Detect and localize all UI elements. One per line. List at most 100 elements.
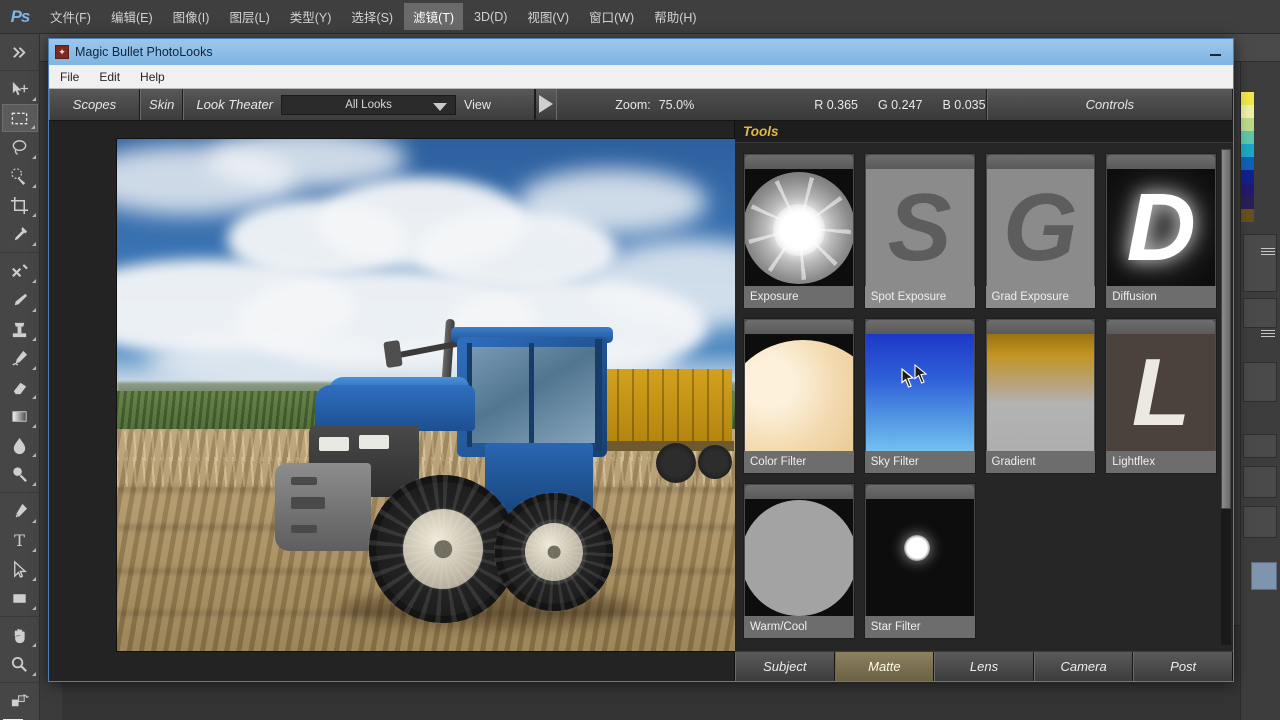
menu-item-help[interactable]: 帮助(H) bbox=[645, 3, 705, 30]
menu-help[interactable]: Help bbox=[131, 68, 174, 86]
tool-more-indicator bbox=[31, 672, 36, 676]
rectangle-tool[interactable] bbox=[2, 584, 38, 612]
menu-item-edit[interactable]: 编辑(E) bbox=[102, 3, 162, 30]
tool-card-diffusion[interactable]: D Diffusion bbox=[1105, 153, 1217, 309]
looks-dropdown[interactable]: All Looks bbox=[281, 94, 457, 115]
adjustments-panel-stub[interactable] bbox=[1243, 234, 1277, 292]
tool-more-indicator bbox=[31, 577, 36, 581]
menu-file[interactable]: File bbox=[51, 68, 88, 86]
dodge-tool[interactable] bbox=[2, 460, 38, 488]
blur-tool[interactable] bbox=[2, 431, 38, 459]
photoshop-menu-bar: Ps 文件(F) 编辑(E) 图像(I) 图层(L) 类型(Y) 选择(S) 滤… bbox=[0, 0, 1280, 34]
minimize-button[interactable] bbox=[1203, 45, 1229, 59]
card-handle bbox=[865, 485, 974, 499]
tool-card-exposure[interactable]: Exposure bbox=[743, 153, 855, 309]
scopes-button[interactable]: Scopes bbox=[49, 89, 140, 120]
controls-button[interactable]: Controls bbox=[986, 89, 1233, 120]
collapse-panel-icon[interactable] bbox=[2, 38, 38, 66]
tab-subject[interactable]: Subject bbox=[735, 652, 835, 681]
play-button[interactable] bbox=[535, 89, 557, 119]
tab-matte[interactable]: Matte bbox=[834, 652, 935, 681]
warm-cool-circle-icon bbox=[745, 499, 853, 616]
tool-card-spot-exposure[interactable]: S Spot Exposure bbox=[863, 153, 976, 309]
tools-scrollbar[interactable] bbox=[1221, 149, 1231, 645]
layers-panel-stub[interactable] bbox=[1243, 362, 1277, 402]
layer-thumbnail[interactable] bbox=[1251, 562, 1277, 590]
pen-tool[interactable] bbox=[2, 497, 38, 525]
move-tool[interactable] bbox=[2, 75, 38, 103]
panel-stub[interactable] bbox=[1243, 434, 1277, 458]
tool-card-grad-exposure[interactable]: G Grad Exposure bbox=[984, 153, 1097, 309]
skin-button[interactable]: Skin bbox=[139, 89, 184, 120]
crop-tool[interactable] bbox=[2, 191, 38, 219]
color-filter-swatch-icon bbox=[745, 334, 853, 451]
tool-more-indicator bbox=[31, 366, 36, 370]
zoom-tool[interactable] bbox=[2, 650, 38, 678]
tool-card-star-filter[interactable]: Star Filter bbox=[863, 483, 976, 639]
menu-item-view[interactable]: 视图(V) bbox=[518, 3, 578, 30]
swatches-panel-strip[interactable] bbox=[1241, 92, 1254, 222]
tool-label: Grad Exposure bbox=[985, 286, 1096, 308]
card-handle bbox=[745, 155, 853, 169]
tools-scrollbar-thumb[interactable] bbox=[1221, 149, 1231, 509]
tool-label: Lightflex bbox=[1106, 451, 1216, 473]
path-selection-tool[interactable] bbox=[2, 555, 38, 583]
clone-stamp-tool[interactable] bbox=[2, 315, 38, 343]
readout-green: G 0.247 bbox=[877, 97, 923, 112]
panel-menu-icon[interactable] bbox=[1261, 330, 1275, 339]
look-theater-label: Look Theater bbox=[196, 97, 274, 112]
menu-item-select[interactable]: 选择(S) bbox=[342, 3, 402, 30]
type-tool[interactable]: T bbox=[2, 526, 38, 554]
tool-card-gradient[interactable]: Gradient bbox=[984, 318, 1097, 474]
rectangular-marquee-tool[interactable] bbox=[1, 104, 38, 132]
tool-more-indicator bbox=[31, 308, 36, 312]
hand-tool[interactable] bbox=[2, 621, 38, 649]
tab-lens[interactable]: Lens bbox=[934, 652, 1034, 681]
rgb-readout: R 0.365 G 0.247 B 0.035 bbox=[814, 98, 985, 112]
menu-item-layer[interactable]: 图层(L) bbox=[220, 3, 278, 30]
tool-card-lightflex[interactable]: L Lightflex bbox=[1105, 318, 1217, 474]
panel-menu-icon[interactable] bbox=[1261, 248, 1275, 257]
tool-card-warm-cool[interactable]: Warm/Cool bbox=[743, 483, 855, 639]
gradient-tool[interactable] bbox=[2, 402, 38, 430]
tool-card-color-filter[interactable]: Color Filter bbox=[743, 318, 855, 474]
eyedropper-tool[interactable] bbox=[2, 220, 38, 248]
tool-more-indicator bbox=[30, 125, 35, 129]
preview-image[interactable] bbox=[117, 139, 737, 651]
eraser-tool[interactable] bbox=[2, 373, 38, 401]
history-brush-tool[interactable] bbox=[2, 344, 38, 372]
menu-item-type[interactable]: 类型(Y) bbox=[281, 3, 341, 30]
menu-item-filter[interactable]: 滤镜(T) bbox=[404, 3, 464, 30]
sky-filter-gradient-icon bbox=[865, 334, 974, 451]
lasso-tool[interactable] bbox=[2, 133, 38, 161]
menu-item-file[interactable]: 文件(F) bbox=[41, 3, 100, 30]
brush-tool[interactable] bbox=[2, 286, 38, 314]
tool-more-indicator bbox=[31, 643, 36, 647]
lightflex-letter-icon: L bbox=[1107, 334, 1215, 451]
quick-selection-tool[interactable] bbox=[2, 162, 38, 190]
tool-more-indicator bbox=[31, 424, 36, 428]
properties-panel-stub[interactable] bbox=[1243, 298, 1277, 328]
menu-item-image[interactable]: 图像(I) bbox=[164, 3, 219, 30]
default-colors-icon[interactable] bbox=[2, 687, 38, 715]
menu-item-3d[interactable]: 3D(D) bbox=[465, 6, 516, 28]
tab-camera[interactable]: Camera bbox=[1033, 652, 1134, 681]
tools-scroll-area[interactable]: Exposure S Spot Exposure G Grad Exposure… bbox=[735, 143, 1233, 651]
panel-stub[interactable] bbox=[1243, 466, 1277, 498]
tab-post[interactable]: Post bbox=[1133, 652, 1233, 681]
spot-exposure-letter-icon: S bbox=[865, 169, 974, 286]
preview-pane[interactable] bbox=[49, 121, 737, 681]
tools-grid: Exposure S Spot Exposure G Grad Exposure… bbox=[743, 153, 1217, 639]
card-handle bbox=[865, 320, 974, 334]
card-handle bbox=[1107, 155, 1215, 169]
menu-edit[interactable]: Edit bbox=[90, 68, 129, 86]
menu-item-window[interactable]: 窗口(W) bbox=[580, 3, 643, 30]
panel-stub[interactable] bbox=[1243, 506, 1277, 538]
tool-card-sky-filter[interactable]: Sky Filter bbox=[863, 318, 976, 474]
window-title-bar[interactable]: ✦ Magic Bullet PhotoLooks bbox=[49, 39, 1233, 65]
photoshop-right-dock bbox=[1240, 62, 1280, 720]
look-theater-group: Look Theater All Looks View bbox=[183, 89, 536, 120]
spot-healing-brush-tool[interactable] bbox=[2, 257, 38, 285]
screen: Ps 文件(F) 编辑(E) 图像(I) 图层(L) 类型(Y) 选择(S) 滤… bbox=[0, 0, 1280, 720]
readout-blue: B 0.035 bbox=[942, 97, 986, 112]
